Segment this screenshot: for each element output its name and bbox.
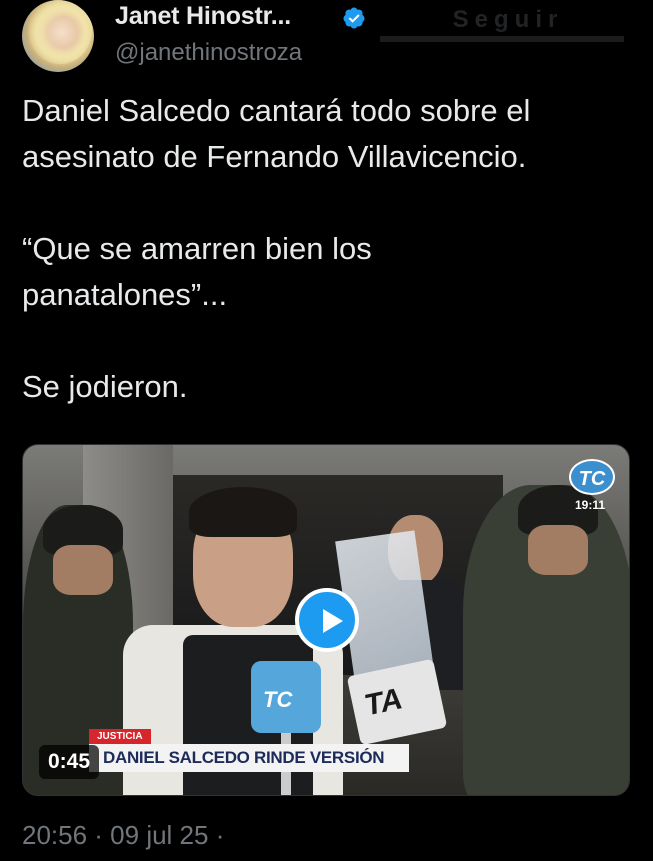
follow-button[interactable]: Seguir	[392, 6, 624, 36]
video-duration: 0:45	[39, 745, 100, 779]
video-player[interactable]: TC TA TC 19:11 JUSTICIA DANIEL SALCEDO R…	[22, 444, 630, 796]
tweet-paragraph: “Que se amarren bien los panatalones”...	[22, 231, 372, 312]
tweet-paragraph: Daniel Salcedo cantará todo sobre el ase…	[22, 93, 531, 174]
lower-third-tag: JUSTICIA	[89, 729, 151, 744]
author-handle[interactable]: @janethinostroza	[115, 39, 302, 67]
soldier-right	[463, 485, 629, 795]
microphone-tc: TC	[251, 661, 321, 795]
follow-button-underline	[380, 36, 624, 42]
play-icon	[323, 609, 343, 633]
lower-third-headline: DANIEL SALCEDO RINDE VERSIÓN	[89, 744, 409, 772]
tweet-header: Janet Hinostr... @janethinostroza Seguir	[0, 0, 653, 80]
tweet-timestamp[interactable]: 20:56 · 09 jul 25 ·	[22, 820, 224, 851]
verified-badge-icon	[343, 7, 365, 29]
mic-label: TA	[364, 681, 403, 723]
play-button[interactable]	[295, 588, 359, 652]
mic-label: TC	[263, 687, 293, 712]
author-display-name[interactable]: Janet Hinostr...	[115, 2, 291, 31]
channel-clock: 19:11	[575, 498, 606, 512]
channel-logo: TC	[569, 459, 615, 495]
avatar[interactable]	[22, 0, 94, 72]
tweet-paragraph: Se jodieron.	[22, 369, 188, 404]
tweet-text: Daniel Salcedo cantará todo sobre el ase…	[22, 88, 642, 410]
